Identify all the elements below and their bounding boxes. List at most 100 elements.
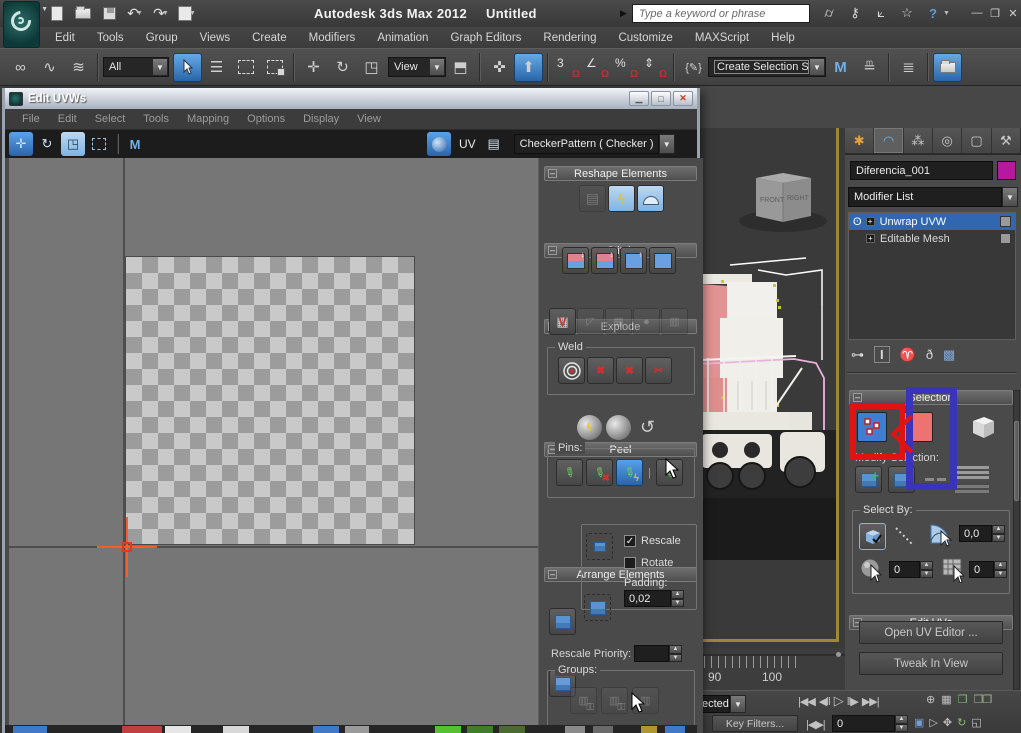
open-file-button[interactable] xyxy=(70,2,96,24)
configure-modifier-sets-icon[interactable]: ▩ xyxy=(943,347,955,363)
communication-center-icon[interactable]: ⟀ xyxy=(868,3,894,23)
angle-value[interactable]: 0,0 xyxy=(959,525,992,542)
select-by-name-button[interactable]: ☰ xyxy=(202,53,231,82)
menu-maxscript[interactable]: MAXScript xyxy=(684,32,760,44)
flatten-custom-button[interactable]: ▥ xyxy=(661,308,688,335)
spinner-arrows[interactable]: ▲▼ xyxy=(669,645,682,662)
search-icon[interactable]: ⌭ xyxy=(816,3,842,23)
tab-create[interactable]: ✱ xyxy=(845,128,874,153)
select-object-button[interactable] xyxy=(173,53,202,82)
smoothing-spinner[interactable]: 0 ▲▼ xyxy=(889,561,933,578)
search-input[interactable]: Type a keyword or phrase xyxy=(632,4,810,23)
spinner-arrows[interactable]: ▲▼ xyxy=(920,561,933,578)
flatten-by-face-button[interactable]: ● xyxy=(633,308,660,335)
menu-rendering[interactable]: Rendering xyxy=(532,32,607,44)
padding-value[interactable]: 0,02 xyxy=(624,590,671,607)
current-frame-value[interactable]: 0 xyxy=(832,715,895,732)
application-menu-button[interactable]: ▼ xyxy=(3,1,40,48)
reset-peel-button[interactable]: ↺ xyxy=(635,415,660,440)
uvw-move-button[interactable]: ✛ xyxy=(9,132,33,156)
rotate-checkbox[interactable] xyxy=(624,557,636,569)
bottom-icon-chip[interactable] xyxy=(467,726,493,733)
menu-help[interactable]: Help xyxy=(760,32,806,44)
bottom-icon-chip[interactable] xyxy=(565,726,585,733)
close-button[interactable]: ✕ xyxy=(1004,5,1021,21)
bottom-icon-chip[interactable] xyxy=(165,726,191,733)
rectangular-selection-region-button[interactable] xyxy=(231,53,260,82)
uvw-menu-file[interactable]: File xyxy=(13,113,49,125)
spinner-arrows[interactable]: ▲▼ xyxy=(671,590,684,607)
menu-graph-editors[interactable]: Graph Editors xyxy=(439,32,532,44)
select-by-smoothing-button[interactable] xyxy=(859,557,885,586)
favorites-star-icon[interactable]: ☆ xyxy=(894,3,920,23)
unpin-button[interactable]: ✎✖ xyxy=(586,459,613,486)
zoom-region-icon[interactable]: ◱ xyxy=(971,716,980,729)
help-dropdown-icon[interactable]: ▼ xyxy=(943,10,950,17)
selection-filter-arrow-icon[interactable]: ▼ xyxy=(152,58,168,76)
next-frame-button[interactable]: ‖▶ xyxy=(847,695,858,708)
weld-selected-button[interactable]: ✖ xyxy=(587,357,614,384)
tab-hierarchy[interactable]: ⁂ xyxy=(904,128,933,153)
select-by-matid-button[interactable] xyxy=(941,557,967,586)
reference-coordinate-dropdown[interactable]: View▼ xyxy=(388,57,446,77)
bottom-icon-chip[interactable] xyxy=(345,726,369,733)
bottom-icon-chip[interactable] xyxy=(122,726,162,733)
matid-spinner[interactable]: 0 ▲▼ xyxy=(969,561,1007,578)
map-dropdown-arrow-icon[interactable]: ▼ xyxy=(659,134,675,154)
tweak-in-view-button[interactable]: Tweak In View xyxy=(859,652,1003,675)
select-and-scale-button[interactable]: ◳ xyxy=(357,53,386,82)
named-selection-arrow-icon[interactable]: ▼ xyxy=(809,58,825,76)
go-to-end-button[interactable]: ▶▶| xyxy=(862,695,879,708)
peel-mode-button[interactable] xyxy=(606,415,631,440)
weld-all-button[interactable]: ✖ xyxy=(616,357,643,384)
stitch-average-button[interactable]: ↕ xyxy=(591,247,618,274)
tab-motion[interactable]: ◎ xyxy=(933,128,962,153)
use-pivot-center-button[interactable]: ⬒ xyxy=(446,53,475,82)
menu-create[interactable]: Create xyxy=(241,32,298,44)
target-weld-button[interactable] xyxy=(558,357,585,384)
relax-until-flat-button[interactable]: ϟ xyxy=(608,185,635,212)
rescale-priority-spinner[interactable]: ▲▼ xyxy=(634,645,682,662)
ungroup-button[interactable]: ▥⚿ xyxy=(601,687,628,714)
zoom-extents-all-icon[interactable]: ❒❒ xyxy=(974,693,992,706)
named-selection-sets-dropdown[interactable]: Create Selection Se▼ xyxy=(708,57,826,77)
menu-views[interactable]: Views xyxy=(189,32,241,44)
ring-loop-icons[interactable] xyxy=(955,466,989,493)
tab-display[interactable]: ▢ xyxy=(962,128,991,153)
menu-customize[interactable]: Customize xyxy=(607,32,683,44)
stitch-source-button[interactable]: ↑ xyxy=(620,247,647,274)
edit-named-selection-sets-button[interactable]: {✎} xyxy=(679,53,708,82)
rescale-elements-button[interactable] xyxy=(586,533,613,560)
rescale-priority-value[interactable] xyxy=(634,645,669,662)
minimize-button[interactable]: — xyxy=(968,5,986,21)
bottom-icon-chip[interactable] xyxy=(593,726,613,733)
curve-editor-button[interactable] xyxy=(933,53,962,82)
key-mode-toggle-button[interactable]: |◀▶| xyxy=(806,718,825,731)
uvw-scale-button[interactable]: ◳ xyxy=(61,132,85,156)
pin-button[interactable]: ✎ xyxy=(556,459,583,486)
mirror-button[interactable]: M xyxy=(826,53,855,82)
layer-manager-button[interactable]: ≣ xyxy=(894,53,923,82)
scrollbar-handle[interactable] xyxy=(1014,421,1019,501)
zoom-extents-icon[interactable]: ⊕ xyxy=(926,693,934,706)
select-by-path-icon[interactable] xyxy=(893,525,917,552)
remove-modifier-icon[interactable]: ð xyxy=(926,347,933,362)
spinner-up-icon[interactable]: ▲ xyxy=(895,715,908,724)
uvw-rotate-button[interactable]: ↻ xyxy=(35,132,59,156)
menu-modifiers[interactable]: Modifiers xyxy=(298,32,367,44)
modifier-toggle-icon[interactable] xyxy=(1000,216,1011,227)
lightbulb-icon[interactable]: ʘ xyxy=(853,216,862,228)
flatten-by-smoothing-button[interactable]: ▦V xyxy=(549,308,576,335)
redo-button[interactable]: ↷▼ xyxy=(148,2,174,24)
window-crossing-button[interactable] xyxy=(260,53,289,82)
padding-spinner[interactable]: 0,02 ▲▼ xyxy=(624,590,684,607)
matid-value[interactable]: 0 xyxy=(969,561,994,578)
time-configuration-icon[interactable]: ▣ xyxy=(914,716,923,729)
time-slider-track[interactable] xyxy=(700,654,845,656)
element-mode-button[interactable] xyxy=(967,412,997,442)
quick-peel-button[interactable]: ϟ xyxy=(577,415,602,440)
reshape-rollout-header[interactable]: –Reshape Elements xyxy=(544,166,697,181)
auto-pin-button[interactable]: ✎ϟ xyxy=(616,459,643,486)
selected-keys-arrow-icon[interactable]: ▼ xyxy=(730,695,746,713)
zoom-extents-selected-icon[interactable]: ❒ xyxy=(958,693,967,706)
